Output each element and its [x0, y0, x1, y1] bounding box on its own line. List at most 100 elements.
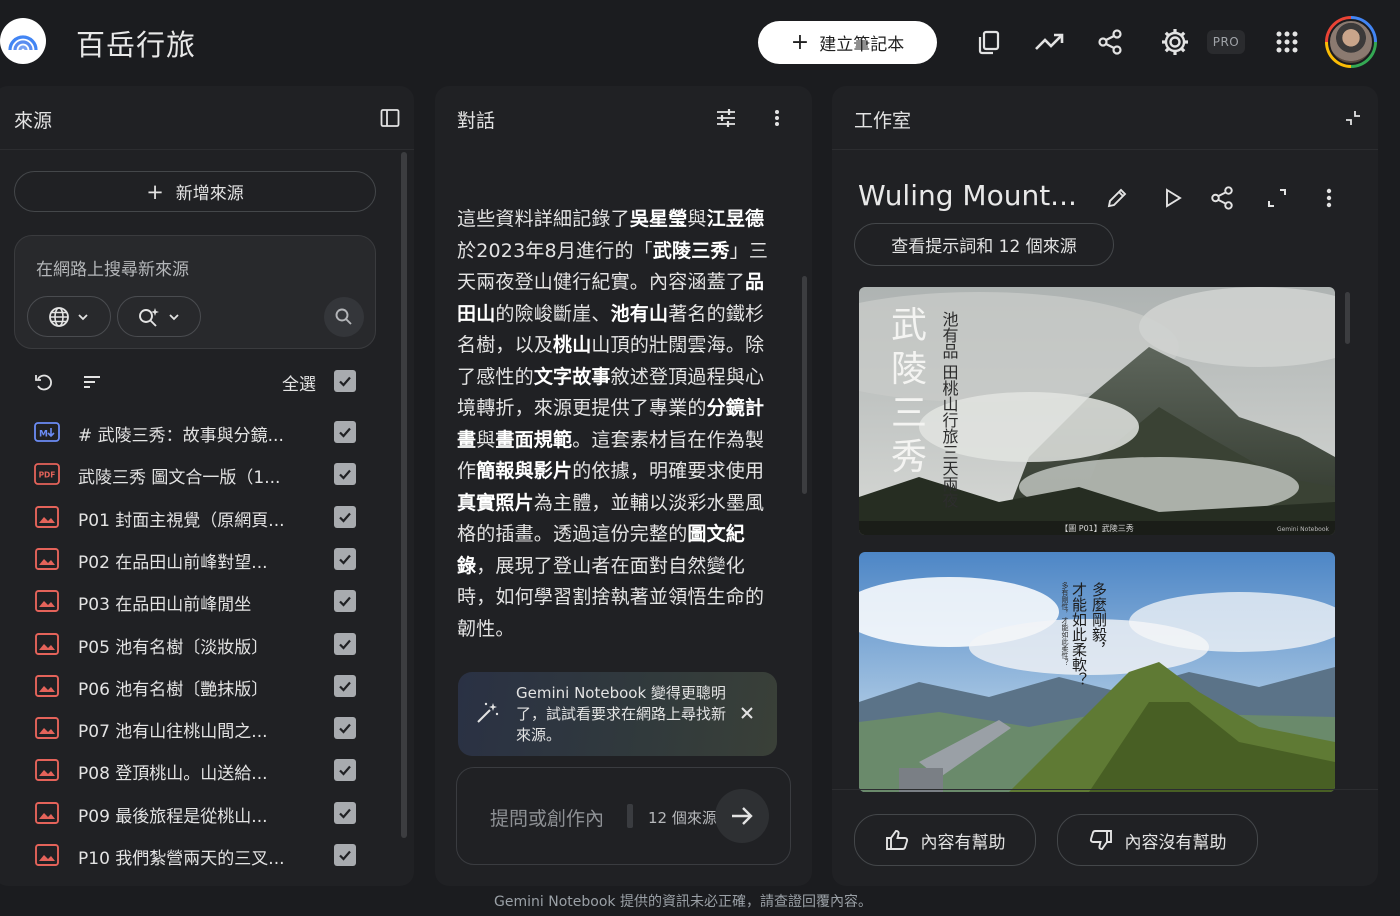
refresh-sources-icon[interactable]	[32, 370, 56, 394]
chat-text-segment: 與	[476, 428, 496, 451]
sources-scrollbar[interactable]	[401, 152, 407, 838]
source-item-label: P02 在品田山前峰對望...	[78, 552, 268, 573]
source-item[interactable]: P01 封面主視覺（原網頁...	[0, 497, 394, 539]
chat-highlight: 簡報與影片	[476, 460, 573, 482]
edit-icon[interactable]	[1102, 183, 1132, 213]
sort-icon[interactable]	[80, 370, 104, 394]
fullscreen-icon[interactable]	[1262, 183, 1292, 213]
select-all-checkbox[interactable]	[334, 370, 356, 392]
more-vert-icon[interactable]	[765, 106, 789, 130]
chat-text-segment: 的險峻斷崖、	[495, 302, 611, 325]
sources-title: 來源	[14, 110, 53, 132]
source-checkbox[interactable]	[334, 759, 356, 782]
chat-highlight: 畫面規範	[495, 428, 573, 451]
source-item[interactable]: P09 最後旅程是從桃山...	[0, 793, 394, 835]
web-search-input[interactable]: 在網路上搜尋新來源	[36, 255, 189, 280]
globe-icon	[49, 306, 69, 327]
source-checkbox[interactable]	[334, 505, 356, 528]
search-submit-button[interactable]	[324, 297, 364, 337]
gemini-tip-toast: Gemini Notebook 變得更聰明了，試試看要求在網路上尋找新來源。	[458, 672, 777, 756]
chat-panel: 對話 這些資料詳細記錄了吳星瑩與江昱德於2023年8月進行的「武陵三秀」三天兩夜…	[435, 86, 812, 886]
slide-image-ridge[interactable]: 多麼剛毅， 才能如此柔軟？ 多有剛性，才能如此柔性？	[859, 552, 1335, 792]
arrow-right-icon	[732, 807, 753, 825]
app-header: 百岳行旅 + 建立筆記本 PRO	[0, 0, 1400, 84]
chat-scrollbar[interactable]	[802, 276, 807, 494]
slide-image-cover[interactable]: 武陵三秀 池有品 田桃山行旅三天兩夜 【圖 P01】武陵三秀 Gemini No…	[859, 287, 1335, 535]
source-item[interactable]: P08 登頂桃山。山送給...	[0, 750, 394, 792]
close-icon[interactable]	[736, 702, 758, 724]
source-item-label: 武陵三秀 圖文合一版（1...	[78, 468, 281, 489]
source-checkbox[interactable]	[334, 632, 356, 655]
source-checkbox[interactable]	[334, 590, 356, 613]
image-file-icon	[34, 717, 60, 740]
trending-icon[interactable]	[1031, 24, 1067, 60]
source-count: 12 個來源	[648, 809, 717, 827]
play-icon[interactable]	[1158, 183, 1188, 213]
add-source-button[interactable]: + 新增來源	[14, 171, 376, 212]
user-avatar[interactable]	[1325, 16, 1377, 68]
input-divider	[627, 804, 633, 828]
chat-input[interactable]: 提問或創作內	[490, 804, 604, 831]
web-search-box[interactable]: 在網路上搜尋新來源	[14, 235, 376, 349]
source-item[interactable]: PDF 武陵三秀 圖文合一版（1...	[0, 454, 394, 496]
source-item-label: P01 封面主視覺（原網頁...	[78, 510, 285, 531]
source-item[interactable]: P07 池有山往桃山間之...	[0, 708, 394, 750]
studio-header-divider	[832, 149, 1378, 150]
helpful-label: 內容有幫助	[920, 832, 1006, 853]
not-helpful-button[interactable]: 內容沒有幫助	[1057, 814, 1258, 866]
chat-highlight: 文字故事	[533, 365, 611, 388]
source-item[interactable]: P02 在品田山前峰對望...	[0, 539, 394, 581]
studio-scrollbar[interactable]	[1345, 292, 1350, 344]
source-checkbox[interactable]	[334, 674, 356, 697]
settings-icon[interactable]	[1157, 24, 1193, 60]
chat-text-segment: 與	[687, 208, 707, 230]
research-mode-dropdown[interactable]	[117, 296, 201, 337]
collapse-icon[interactable]	[1341, 106, 1365, 130]
source-checkbox[interactable]	[334, 421, 356, 443]
svg-text:PDF: PDF	[39, 471, 56, 480]
notebook-logo[interactable]	[0, 18, 46, 64]
pdf-file-icon: PDF	[34, 463, 60, 486]
share-icon[interactable]	[1092, 24, 1128, 60]
notebook-title[interactable]: 百岳行旅	[76, 22, 196, 64]
source-item[interactable]: P05 池有名樹〔淡妝版〕	[0, 624, 394, 666]
source-item[interactable]: P06 池有名樹〔艷抹版〕	[0, 666, 394, 708]
image-file-icon	[34, 844, 60, 866]
avatar-photo	[1328, 19, 1374, 65]
search-icon	[335, 308, 352, 325]
source-checkbox[interactable]	[334, 463, 356, 486]
web-source-dropdown[interactable]	[27, 296, 111, 337]
source-item-label: P05 池有名樹〔淡妝版〕	[78, 637, 269, 658]
source-item[interactable]: M # 武陵三秀：故事與分鏡...	[0, 412, 394, 454]
source-item-label: P09 最後旅程是從桃山...	[78, 806, 268, 827]
source-item[interactable]: P10 我們紮營兩天的三叉...	[0, 835, 394, 877]
send-button[interactable]	[715, 789, 769, 843]
chat-settings-icon[interactable]	[713, 106, 739, 130]
source-checkbox[interactable]	[334, 547, 356, 570]
image-file-icon	[34, 801, 60, 824]
helpful-button[interactable]: 內容有幫助	[854, 814, 1036, 866]
more-vert-icon[interactable]	[1314, 183, 1344, 213]
cover-side-text: 池有品 田桃山行旅三天兩夜	[940, 311, 959, 508]
source-checkbox[interactable]	[334, 801, 356, 824]
chat-text-segment: 的依據，明確要求使用	[572, 460, 765, 482]
chat-input-box[interactable]: 提問或創作內 12 個來源	[456, 767, 791, 865]
source-checkbox[interactable]	[334, 717, 356, 740]
source-item[interactable]: P03 在品田山前峰閒坐	[0, 581, 394, 623]
view-prompt-button[interactable]: 查看提示詞和 12 個來源	[854, 223, 1114, 266]
chat-text-segment: ，展現了登山者在面對自然變化時，如何學習割捨執著並領悟生命的韌性。	[457, 554, 765, 640]
source-item-label: P07 池有山往桃山間之...	[78, 722, 268, 743]
thumbs-up-icon	[885, 830, 908, 850]
create-notebook-button[interactable]: + 建立筆記本	[758, 21, 937, 64]
plus-icon: +	[146, 179, 164, 204]
share-icon[interactable]	[1207, 183, 1237, 213]
chat-highlight: 池有山	[610, 302, 669, 325]
copy-icon[interactable]	[971, 24, 1007, 60]
source-item-label: P08 登頂桃山。山送給...	[78, 764, 268, 785]
chat-highlight: 江昱德	[706, 208, 765, 230]
apps-grid-icon[interactable]	[1269, 24, 1305, 60]
collapse-panel-icon[interactable]	[378, 106, 402, 130]
check-icon	[339, 470, 351, 480]
image-file-icon	[34, 547, 60, 570]
source-checkbox[interactable]	[334, 844, 356, 866]
